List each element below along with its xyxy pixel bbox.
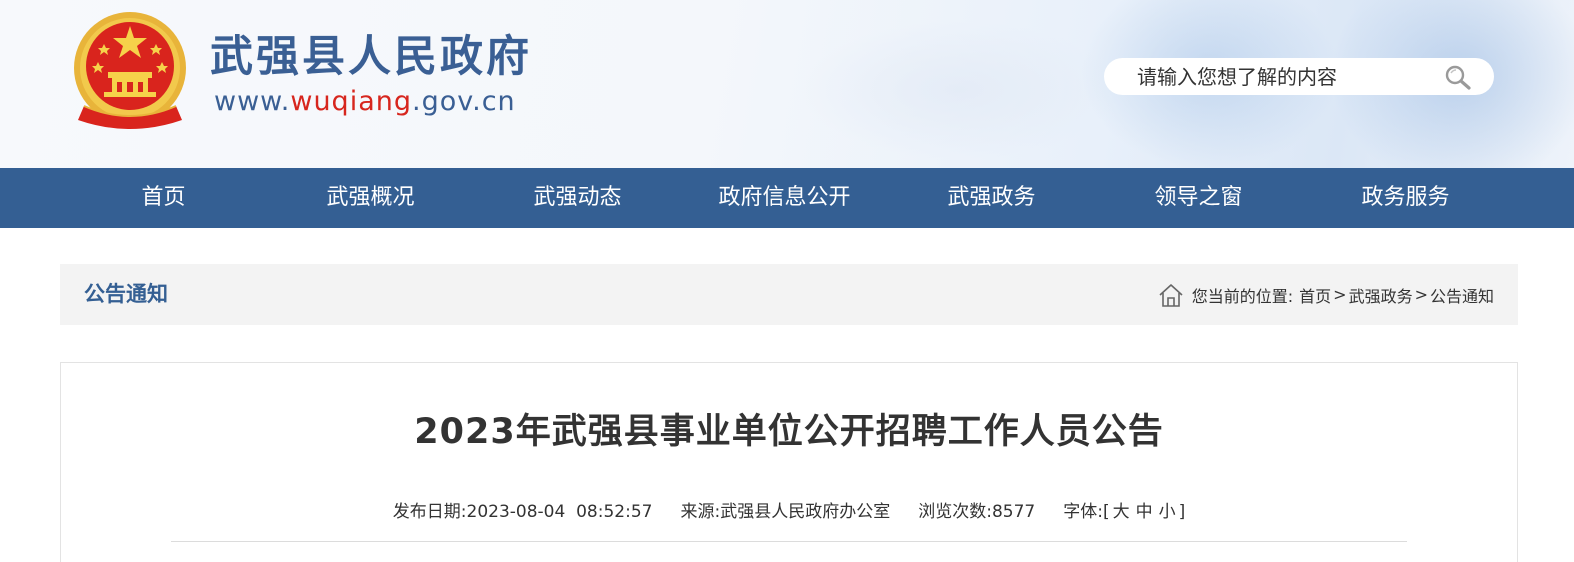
breadcrumb: 您当前的位置: 首页 > 武强政务 > 公告通知 <box>1158 264 1494 325</box>
publish-date-label: 发布日期: <box>392 502 467 522</box>
nav-item-news[interactable]: 武强动态 <box>474 168 681 228</box>
breadcrumb-link-notices[interactable]: 公告通知 <box>1430 283 1494 307</box>
site-url: www.wuqiang.gov.cn <box>214 86 516 117</box>
breadcrumb-bar: 公告通知 您当前的位置: 首页 > 武强政务 > 公告通知 <box>60 264 1518 325</box>
site-header: 武强县人民政府 www.wuqiang.gov.cn <box>0 0 1574 168</box>
nav-item-affairs[interactable]: 武强政务 <box>888 168 1095 228</box>
site-name: 武强县人民政府 <box>210 32 532 82</box>
site-url-suffix: .gov.cn <box>412 86 516 117</box>
font-bracket-open: [ <box>1102 502 1110 522</box>
location-label: 您当前的位置: <box>1191 286 1294 306</box>
search-box <box>1104 58 1494 95</box>
magnifier-icon[interactable] <box>1444 64 1472 90</box>
article-title: 2023年武强县事业单位公开招聘工作人员公告 <box>414 412 1164 452</box>
nav-item-home[interactable]: 首页 <box>60 168 267 228</box>
header-decoration <box>800 20 1120 160</box>
site-url-domain: wuqiang <box>290 86 412 117</box>
views-count: 8577 <box>991 502 1036 522</box>
font-large-button[interactable]: 大 <box>1113 502 1130 522</box>
source-label: 来源: <box>680 502 721 522</box>
breadcrumb-link-affairs[interactable]: 武强政务 <box>1349 283 1413 307</box>
nav-item-overview[interactable]: 武强概况 <box>267 168 474 228</box>
article-meta: 发布日期:2023-08-04 08:52:57 来源:武强县人民政府办公室 浏览次… <box>61 497 1517 522</box>
breadcrumb-separator: > <box>1333 285 1347 304</box>
section-title: 公告通知 <box>84 282 168 306</box>
national-emblem-icon <box>74 12 186 129</box>
search-input[interactable] <box>1137 64 1437 89</box>
publish-date: 2023-08-04 <box>466 502 566 522</box>
article-panel: 2023年武强县事业单位公开招聘工作人员公告 发布日期:2023-08-04 0… <box>60 362 1518 562</box>
nav-item-services[interactable]: 政务服务 <box>1302 168 1509 228</box>
font-bracket-close: ] <box>1178 502 1186 522</box>
publish-time: 08:52:57 <box>576 502 653 522</box>
breadcrumb-link-home[interactable]: 首页 <box>1299 283 1331 307</box>
main-nav: 首页 武强概况 武强动态 政府信息公开 武强政务 领导之窗 政务服务 <box>0 168 1574 228</box>
views-label: 浏览次数: <box>918 502 992 522</box>
home-icon <box>1159 283 1183 307</box>
nav-item-info-public[interactable]: 政府信息公开 <box>681 168 888 228</box>
site-url-prefix: www. <box>214 86 291 117</box>
divider <box>171 541 1407 542</box>
nav-item-leaders[interactable]: 领导之窗 <box>1095 168 1302 228</box>
font-small-button[interactable]: 小 <box>1159 502 1176 522</box>
breadcrumb-separator: > <box>1414 285 1428 304</box>
font-medium-button[interactable]: 中 <box>1136 502 1153 522</box>
font-size-label: 字体: <box>1063 502 1103 522</box>
source-value: 武强县人民政府办公室 <box>720 502 891 522</box>
